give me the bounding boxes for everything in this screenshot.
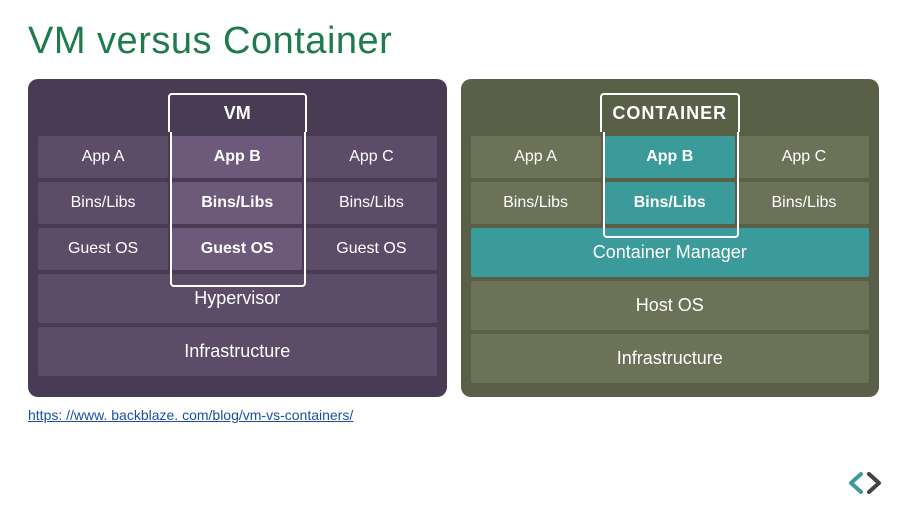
vm-header: VM	[168, 93, 308, 132]
vm-os-b: Guest OS	[172, 228, 302, 270]
vm-app-a: App A	[38, 136, 168, 178]
container-panel: CONTAINER App A App B App C Bins/Libs Bi…	[461, 79, 880, 397]
ct-app-a: App A	[471, 136, 601, 178]
ct-app-b: App B	[605, 136, 735, 178]
vm-infrastructure: Infrastructure	[38, 327, 437, 376]
ct-bins-b: Bins/Libs	[605, 182, 735, 224]
slide-title: VM versus Container	[28, 20, 879, 63]
ct-bins-c: Bins/Libs	[739, 182, 869, 224]
vm-os-c: Guest OS	[306, 228, 436, 270]
source-link[interactable]: https: //www. backblaze. com/blog/vm-vs-…	[28, 407, 879, 423]
vm-os-a: Guest OS	[38, 228, 168, 270]
vm-app-b: App B	[172, 136, 302, 178]
container-header: CONTAINER	[600, 93, 740, 132]
ct-infrastructure: Infrastructure	[471, 334, 870, 383]
ct-host-os: Host OS	[471, 281, 870, 330]
vm-bins-c: Bins/Libs	[306, 182, 436, 224]
vm-app-c: App C	[306, 136, 436, 178]
ct-bins-a: Bins/Libs	[471, 182, 601, 224]
brand-logo-icon	[845, 470, 885, 496]
ct-manager: Container Manager	[471, 228, 870, 277]
slide: VM versus Container VM App A App B App C…	[0, 0, 907, 510]
vm-hypervisor: Hypervisor	[38, 274, 437, 323]
vm-bins-a: Bins/Libs	[38, 182, 168, 224]
vm-bins-b: Bins/Libs	[172, 182, 302, 224]
ct-app-c: App C	[739, 136, 869, 178]
vm-panel: VM App A App B App C Bins/Libs Bins/Libs…	[28, 79, 447, 397]
diagram-panels: VM App A App B App C Bins/Libs Bins/Libs…	[28, 79, 879, 397]
